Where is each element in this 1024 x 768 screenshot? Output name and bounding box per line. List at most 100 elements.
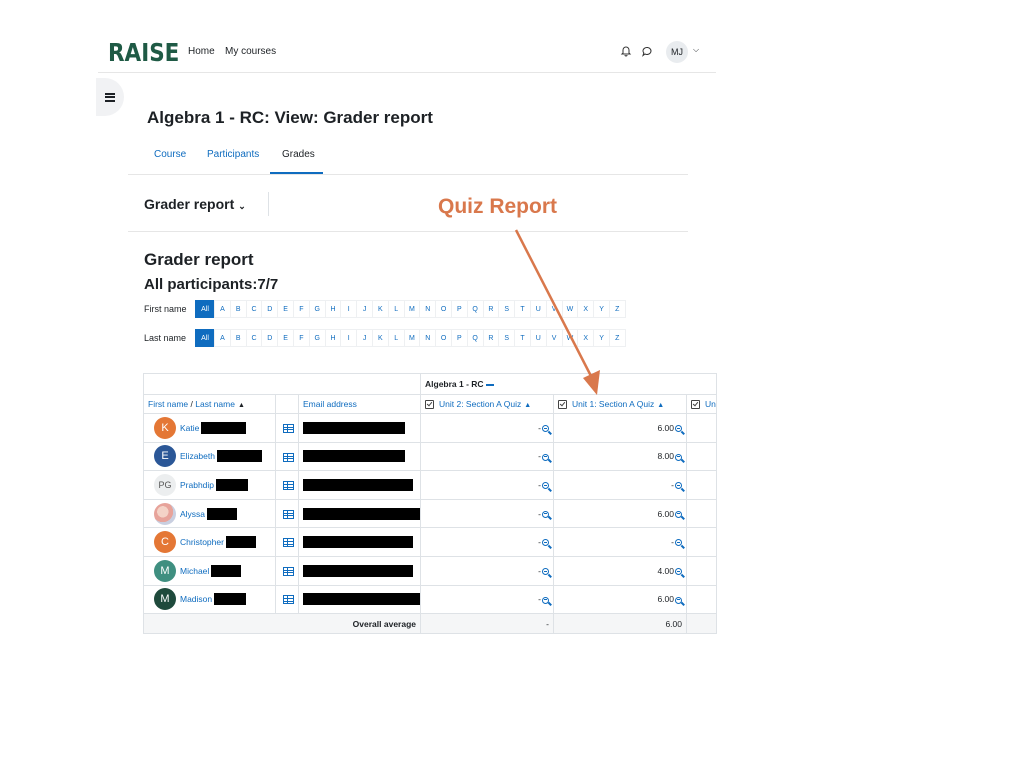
sort-first-name-link[interactable]: First name xyxy=(148,399,188,409)
unit2-grade-cell[interactable]: - xyxy=(420,498,554,529)
sort-icon[interactable]: ▲︎ xyxy=(657,402,664,409)
first-initial-all[interactable]: All xyxy=(195,300,215,318)
unit2-quiz-link[interactable]: Unit 2: Section A Quiz xyxy=(439,399,521,409)
bell-icon[interactable] xyxy=(620,45,632,57)
first-initial-v[interactable]: V xyxy=(545,300,563,318)
user-report-table-icon[interactable] xyxy=(283,452,294,462)
first-initial-z[interactable]: Z xyxy=(608,300,626,318)
first-initial-u[interactable]: U xyxy=(529,300,547,318)
sort-last-name-link[interactable]: Last name xyxy=(195,399,235,409)
next-quiz-link[interactable]: Un xyxy=(705,399,716,409)
first-initial-m[interactable]: M xyxy=(403,300,421,318)
first-initial-i[interactable]: I xyxy=(340,300,358,318)
user-report-table-icon[interactable] xyxy=(283,595,294,605)
unit2-grade-cell[interactable]: - xyxy=(420,555,554,586)
avatar[interactable]: K xyxy=(154,416,176,439)
zoom-in-icon[interactable] xyxy=(542,539,549,547)
first-initial-p[interactable]: P xyxy=(450,300,468,318)
user-avatar[interactable]: MJ xyxy=(666,41,688,63)
last-initial-z[interactable]: Z xyxy=(608,329,626,347)
nav-home-link[interactable]: Home xyxy=(188,46,215,57)
unit1-grade-cell[interactable]: 6.00 xyxy=(553,584,687,615)
sort-email-link[interactable]: Email address xyxy=(303,399,357,409)
sort-icon[interactable]: ▲︎ xyxy=(524,402,531,409)
unit1-quiz-link[interactable]: Unit 1: Section A Quiz xyxy=(572,399,654,409)
collapse-icon[interactable] xyxy=(485,383,494,386)
zoom-in-icon[interactable] xyxy=(542,482,549,490)
student-name-link[interactable]: Prabhdip xyxy=(180,480,214,490)
last-initial-h[interactable]: H xyxy=(324,329,342,347)
avatar[interactable]: M xyxy=(154,588,176,611)
last-initial-a[interactable]: A xyxy=(214,329,231,347)
zoom-in-icon[interactable] xyxy=(675,425,682,433)
unit2-grade-cell[interactable]: - xyxy=(420,413,554,443)
unit1-grade-cell[interactable]: - xyxy=(553,527,687,557)
first-initial-o[interactable]: O xyxy=(435,300,452,318)
first-initial-x[interactable]: X xyxy=(577,300,595,318)
unit2-grade-cell[interactable]: - xyxy=(420,584,554,615)
user-menu-chevron-down-icon[interactable]: ⌵ xyxy=(693,45,699,55)
unit2-grade-cell[interactable]: - xyxy=(420,470,554,500)
student-name-link[interactable]: Christopher xyxy=(180,537,224,547)
zoom-in-icon[interactable] xyxy=(675,482,682,490)
last-initial-c[interactable]: C xyxy=(245,329,263,347)
last-initial-y[interactable]: Y xyxy=(593,329,610,347)
student-name-link[interactable]: Madison xyxy=(180,594,212,604)
last-initial-l[interactable]: L xyxy=(387,329,405,347)
first-initial-d[interactable]: D xyxy=(261,300,279,318)
first-initial-c[interactable]: C xyxy=(245,300,263,318)
last-initial-t[interactable]: T xyxy=(514,329,531,347)
last-initial-x[interactable]: X xyxy=(577,329,595,347)
first-initial-r[interactable]: R xyxy=(482,300,500,318)
student-name-link[interactable]: Elizabeth xyxy=(180,451,215,461)
zoom-in-icon[interactable] xyxy=(542,568,549,576)
nav-my-courses-link[interactable]: My courses xyxy=(225,46,276,57)
first-initial-f[interactable]: F xyxy=(292,300,310,318)
user-report-table-icon[interactable] xyxy=(283,509,294,519)
zoom-in-icon[interactable] xyxy=(542,425,549,433)
first-initial-n[interactable]: N xyxy=(419,300,437,318)
first-initial-q[interactable]: Q xyxy=(466,300,484,318)
chat-bubble-icon[interactable] xyxy=(641,45,653,57)
avatar[interactable] xyxy=(154,502,176,525)
student-name-link[interactable]: Michael xyxy=(180,566,209,576)
zoom-in-icon[interactable] xyxy=(542,596,549,604)
last-initial-s[interactable]: S xyxy=(498,329,516,347)
first-initial-s[interactable]: S xyxy=(498,300,516,318)
user-report-table-icon[interactable] xyxy=(283,423,294,433)
avatar[interactable]: E xyxy=(154,445,176,468)
last-initial-d[interactable]: D xyxy=(261,329,279,347)
first-initial-h[interactable]: H xyxy=(324,300,342,318)
first-initial-g[interactable]: G xyxy=(308,300,326,318)
last-initial-f[interactable]: F xyxy=(292,329,310,347)
site-logo[interactable]: RAISE xyxy=(108,38,179,67)
avatar[interactable]: M xyxy=(154,559,176,582)
zoom-in-icon[interactable] xyxy=(675,568,682,576)
user-report-table-icon[interactable] xyxy=(283,538,294,548)
last-initial-b[interactable]: B xyxy=(229,329,247,347)
last-initial-p[interactable]: P xyxy=(450,329,468,347)
course-index-drawer-toggle[interactable] xyxy=(96,78,124,116)
first-initial-j[interactable]: J xyxy=(356,300,373,318)
first-initial-l[interactable]: L xyxy=(387,300,405,318)
avatar[interactable]: PG xyxy=(154,473,176,496)
first-initial-e[interactable]: E xyxy=(277,300,294,318)
last-initial-i[interactable]: I xyxy=(340,329,358,347)
last-initial-k[interactable]: K xyxy=(371,329,389,347)
last-initial-q[interactable]: Q xyxy=(466,329,484,347)
student-name-link[interactable]: Alyssa xyxy=(180,509,205,519)
tab-grades[interactable]: Grades xyxy=(282,149,315,160)
first-initial-k[interactable]: K xyxy=(371,300,389,318)
last-initial-o[interactable]: O xyxy=(435,329,452,347)
last-initial-v[interactable]: V xyxy=(545,329,563,347)
zoom-in-icon[interactable] xyxy=(542,453,549,461)
zoom-in-icon[interactable] xyxy=(675,453,682,461)
first-initial-y[interactable]: Y xyxy=(593,300,610,318)
unit2-grade-cell[interactable]: - xyxy=(420,527,554,557)
last-initial-j[interactable]: J xyxy=(356,329,373,347)
unit1-grade-cell[interactable]: 6.00 xyxy=(553,413,687,443)
last-initial-g[interactable]: G xyxy=(308,329,326,347)
tab-participants[interactable]: Participants xyxy=(207,149,259,160)
first-initial-a[interactable]: A xyxy=(214,300,231,318)
first-initial-t[interactable]: T xyxy=(514,300,531,318)
